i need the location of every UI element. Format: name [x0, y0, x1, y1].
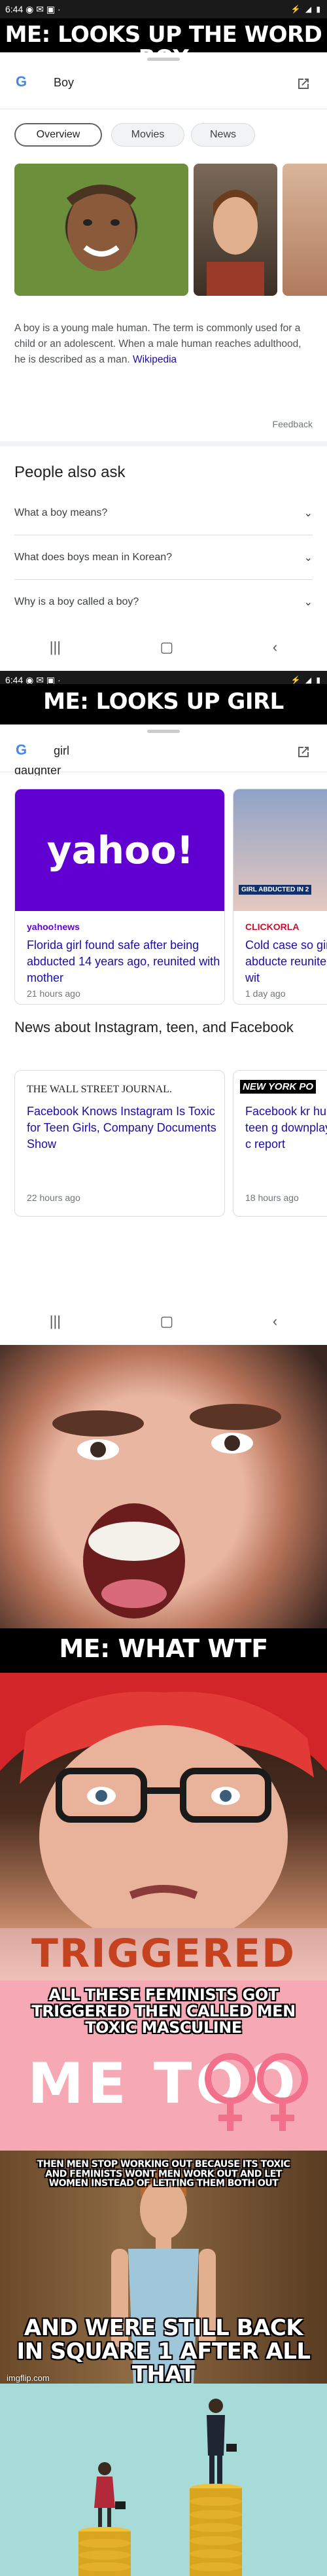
system-icons: ⚡ ◢ ▮ — [290, 675, 322, 685]
search-query[interactable]: Boy — [54, 76, 74, 90]
news-time: 21 hours ago — [27, 988, 80, 999]
search-sheet: G Boy Overview Movies News A boy is a yo… — [0, 52, 327, 638]
news-photo: GIRL ABDUCTED IN 2 — [233, 789, 327, 911]
knowledge-description: A boy is a young male human. The term is… — [14, 321, 315, 368]
status-bar: 6:44 ◉ ✉ ▣ · ⚡ ◢ ▮ — [0, 0, 327, 18]
news-time: 1 day ago — [245, 988, 286, 999]
coin-stacks-drawing — [78, 2399, 242, 2576]
home-icon[interactable]: ▢ — [160, 1313, 174, 1330]
search-query[interactable]: girl — [54, 744, 69, 758]
recent-apps-icon[interactable]: ||| — [50, 1313, 61, 1330]
drag-handle[interactable] — [147, 58, 180, 61]
caption-workout: THEN MEN STOP WORKING OUT BECAUSE ITS TO… — [37, 2159, 290, 2189]
boy-search-screen: 6:44 ◉ ✉ ▣ · ⚡ ◢ ▮ ME: LOOKS UP THE WORD… — [0, 0, 327, 671]
back-icon[interactable]: ‹ — [273, 1313, 277, 1330]
section-divider — [0, 441, 327, 446]
boy-photo-3[interactable] — [283, 164, 327, 296]
boy-photo-1[interactable] — [14, 164, 188, 296]
triggered-text: TRIGGERED — [31, 1931, 296, 1977]
boy-photo-2[interactable] — [194, 164, 277, 296]
news-card-yahoo[interactable]: yahoo! yahoo!news Florida girl found saf… — [14, 789, 225, 1005]
android-nav-bar: ||| ▢ ‹ — [0, 1306, 327, 1337]
search-sheet: G girl daughter yahoo! yahoo!news Florid… — [0, 724, 327, 1312]
equality-coins-image — [0, 2384, 327, 2576]
girl-search-screen: 6:44 ◉ ✉ ▣ · ⚡ ◢ ▮ ME: LOOKS UP GIRL G g… — [0, 671, 327, 1345]
man-coin-stack-icon — [190, 2484, 242, 2576]
status-time: 6:44 — [5, 3, 24, 14]
news-card-wsj[interactable]: THE WALL STREET JOURNAL. Facebook Knows … — [14, 1070, 225, 1217]
news-time: 22 hours ago — [27, 1192, 80, 1203]
paa-question-2[interactable]: What does boys mean in Korean? ⌄ — [14, 535, 313, 580]
yahoo-logo-banner: yahoo! — [15, 789, 224, 911]
caption-top-boy: ME: LOOKS UP THE WORD BOY — [0, 18, 327, 70]
back-icon[interactable]: ‹ — [273, 639, 277, 656]
news-title: Cold case so girl abducte reunited wit — [245, 939, 327, 984]
news-card-clickorlando[interactable]: GIRL ABDUCTED IN 2 CLICKORLA Cold case s… — [233, 789, 327, 1005]
news-title: Facebook Knows Instagram Is Toxic for Te… — [27, 1105, 216, 1151]
paa-question-text: What a boy means? — [14, 507, 108, 518]
chevron-down-icon: ⌄ — [303, 597, 313, 608]
google-logo-icon: G — [16, 742, 27, 758]
woman-figure-icon — [94, 2462, 126, 2528]
tab-news[interactable]: News — [191, 123, 255, 147]
news-time: 18 hours ago — [245, 1192, 299, 1203]
tab-overview[interactable]: Overview — [14, 123, 102, 147]
recent-apps-icon[interactable]: ||| — [50, 639, 61, 656]
caption-what: ME: WHAT WTF — [0, 1628, 327, 1673]
man-figure-icon — [207, 2399, 237, 2486]
boy-portrait-drawing — [207, 190, 264, 296]
android-nav-bar: ||| ▢ ‹ — [0, 632, 327, 663]
news-banner: GIRL ABDUCTED IN 2 — [239, 885, 312, 895]
feedback-link[interactable]: Feedback — [273, 419, 313, 429]
triggered-banner: TRIGGERED — [0, 1928, 327, 1980]
news-card-nypost[interactable]: NEW YORK PO Facebook kr hurts teen g dow… — [233, 1070, 327, 1217]
triggered-woman-image — [0, 1673, 327, 1928]
caption-top-girl: ME: LOOKS UP GIRL — [0, 684, 327, 724]
open-external-icon[interactable] — [296, 744, 311, 760]
news-source: THE WALL STREET JOURNAL. — [27, 1084, 172, 1095]
home-icon[interactable]: ▢ — [160, 639, 174, 656]
wikipedia-link[interactable]: Wikipedia — [133, 354, 177, 365]
paa-question-text: Why is a boy called a boy? — [14, 596, 139, 607]
paa-question-text: What does boys mean in Korean? — [14, 551, 173, 563]
news-source: yahoo!news — [27, 921, 80, 932]
news-section-title: News about Instagram, teen, and Facebook — [14, 1019, 294, 1035]
news-source: NEW YORK PO — [240, 1080, 317, 1094]
yahoo-logo: yahoo! — [46, 828, 194, 872]
paa-question-1[interactable]: What a boy means? ⌄ — [14, 491, 313, 535]
notification-icons: ◉ ✉ ▣ · — [26, 3, 61, 14]
partial-heading: daughter — [14, 768, 61, 776]
chevron-down-icon: ⌄ — [303, 507, 313, 519]
google-logo-icon: G — [16, 73, 27, 90]
tab-movies[interactable]: Movies — [111, 123, 184, 147]
boy-face-drawing — [66, 185, 137, 271]
caption-feminists: ALL THESE FEMINISTS GOT TRIGGERED THEN C… — [31, 1986, 296, 2037]
drag-handle[interactable] — [147, 730, 180, 733]
imgflip-watermark: imgflip.com — [7, 2373, 50, 2383]
news-title: Florida girl found safe after being abdu… — [27, 939, 220, 984]
open-external-icon[interactable] — [296, 76, 311, 92]
people-also-ask-title: People also ask — [14, 463, 126, 481]
system-icons: ⚡ ◢ ▮ — [290, 5, 322, 14]
news-source: CLICKORLA — [245, 921, 300, 932]
woman-face-drawing — [0, 1673, 327, 1928]
paa-question-3[interactable]: Why is a boy called a boy? ⌄ — [14, 580, 313, 624]
woman-coin-stack-icon — [78, 2527, 131, 2576]
chevron-down-icon: ⌄ — [303, 552, 313, 564]
news-title: Facebook kr hurts teen g downplays c rep… — [245, 1105, 327, 1151]
